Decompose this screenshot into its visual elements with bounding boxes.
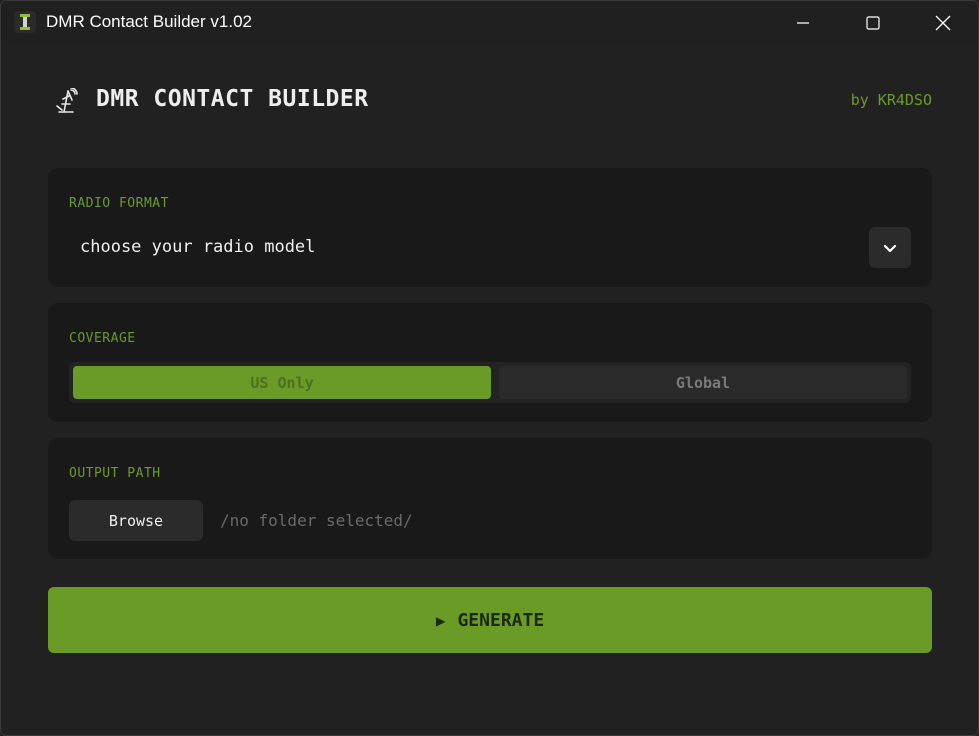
coverage-option-global[interactable]: Global xyxy=(499,366,907,399)
author-credit: by KR4DSO xyxy=(850,91,932,109)
app-window: DMR Contact Builder v1.02 DMR CONTACT BU… xyxy=(0,0,979,736)
window-title: DMR Contact Builder v1.02 xyxy=(46,12,252,31)
coverage-option-us-only[interactable]: US Only xyxy=(73,366,491,399)
chevron-down-icon xyxy=(883,244,897,252)
radio-tower-icon xyxy=(56,88,78,113)
maximize-button[interactable] xyxy=(838,1,908,45)
play-icon: ▶ xyxy=(435,610,446,630)
app-icon xyxy=(14,11,36,33)
close-button[interactable] xyxy=(908,1,978,45)
close-icon xyxy=(935,15,951,31)
generate-button[interactable]: ▶ GENERATE xyxy=(48,587,932,653)
radio-format-label: RADIO FORMAT xyxy=(69,196,169,211)
output-path-label: OUTPUT PATH xyxy=(69,466,161,481)
minimize-button[interactable] xyxy=(768,1,838,45)
maximize-icon xyxy=(866,16,880,30)
browse-button[interactable]: Browse xyxy=(69,500,203,541)
coverage-card: COVERAGE US Only Global xyxy=(48,303,932,422)
title-bar[interactable]: DMR Contact Builder v1.02 xyxy=(1,1,978,45)
radio-model-dropdown-button[interactable] xyxy=(869,227,911,268)
output-path-card: OUTPUT PATH Browse /no folder selected/ xyxy=(48,438,932,559)
radio-model-select[interactable]: choose your radio model xyxy=(80,237,315,257)
minimize-icon xyxy=(797,22,809,24)
page-title: DMR CONTACT BUILDER xyxy=(96,86,369,112)
output-path-text: /no folder selected/ xyxy=(220,511,413,530)
generate-label: GENERATE xyxy=(457,609,545,631)
radio-format-card: RADIO FORMAT choose your radio model xyxy=(48,168,932,287)
coverage-segmented-control: US Only Global xyxy=(69,362,911,403)
coverage-label: COVERAGE xyxy=(69,331,136,346)
